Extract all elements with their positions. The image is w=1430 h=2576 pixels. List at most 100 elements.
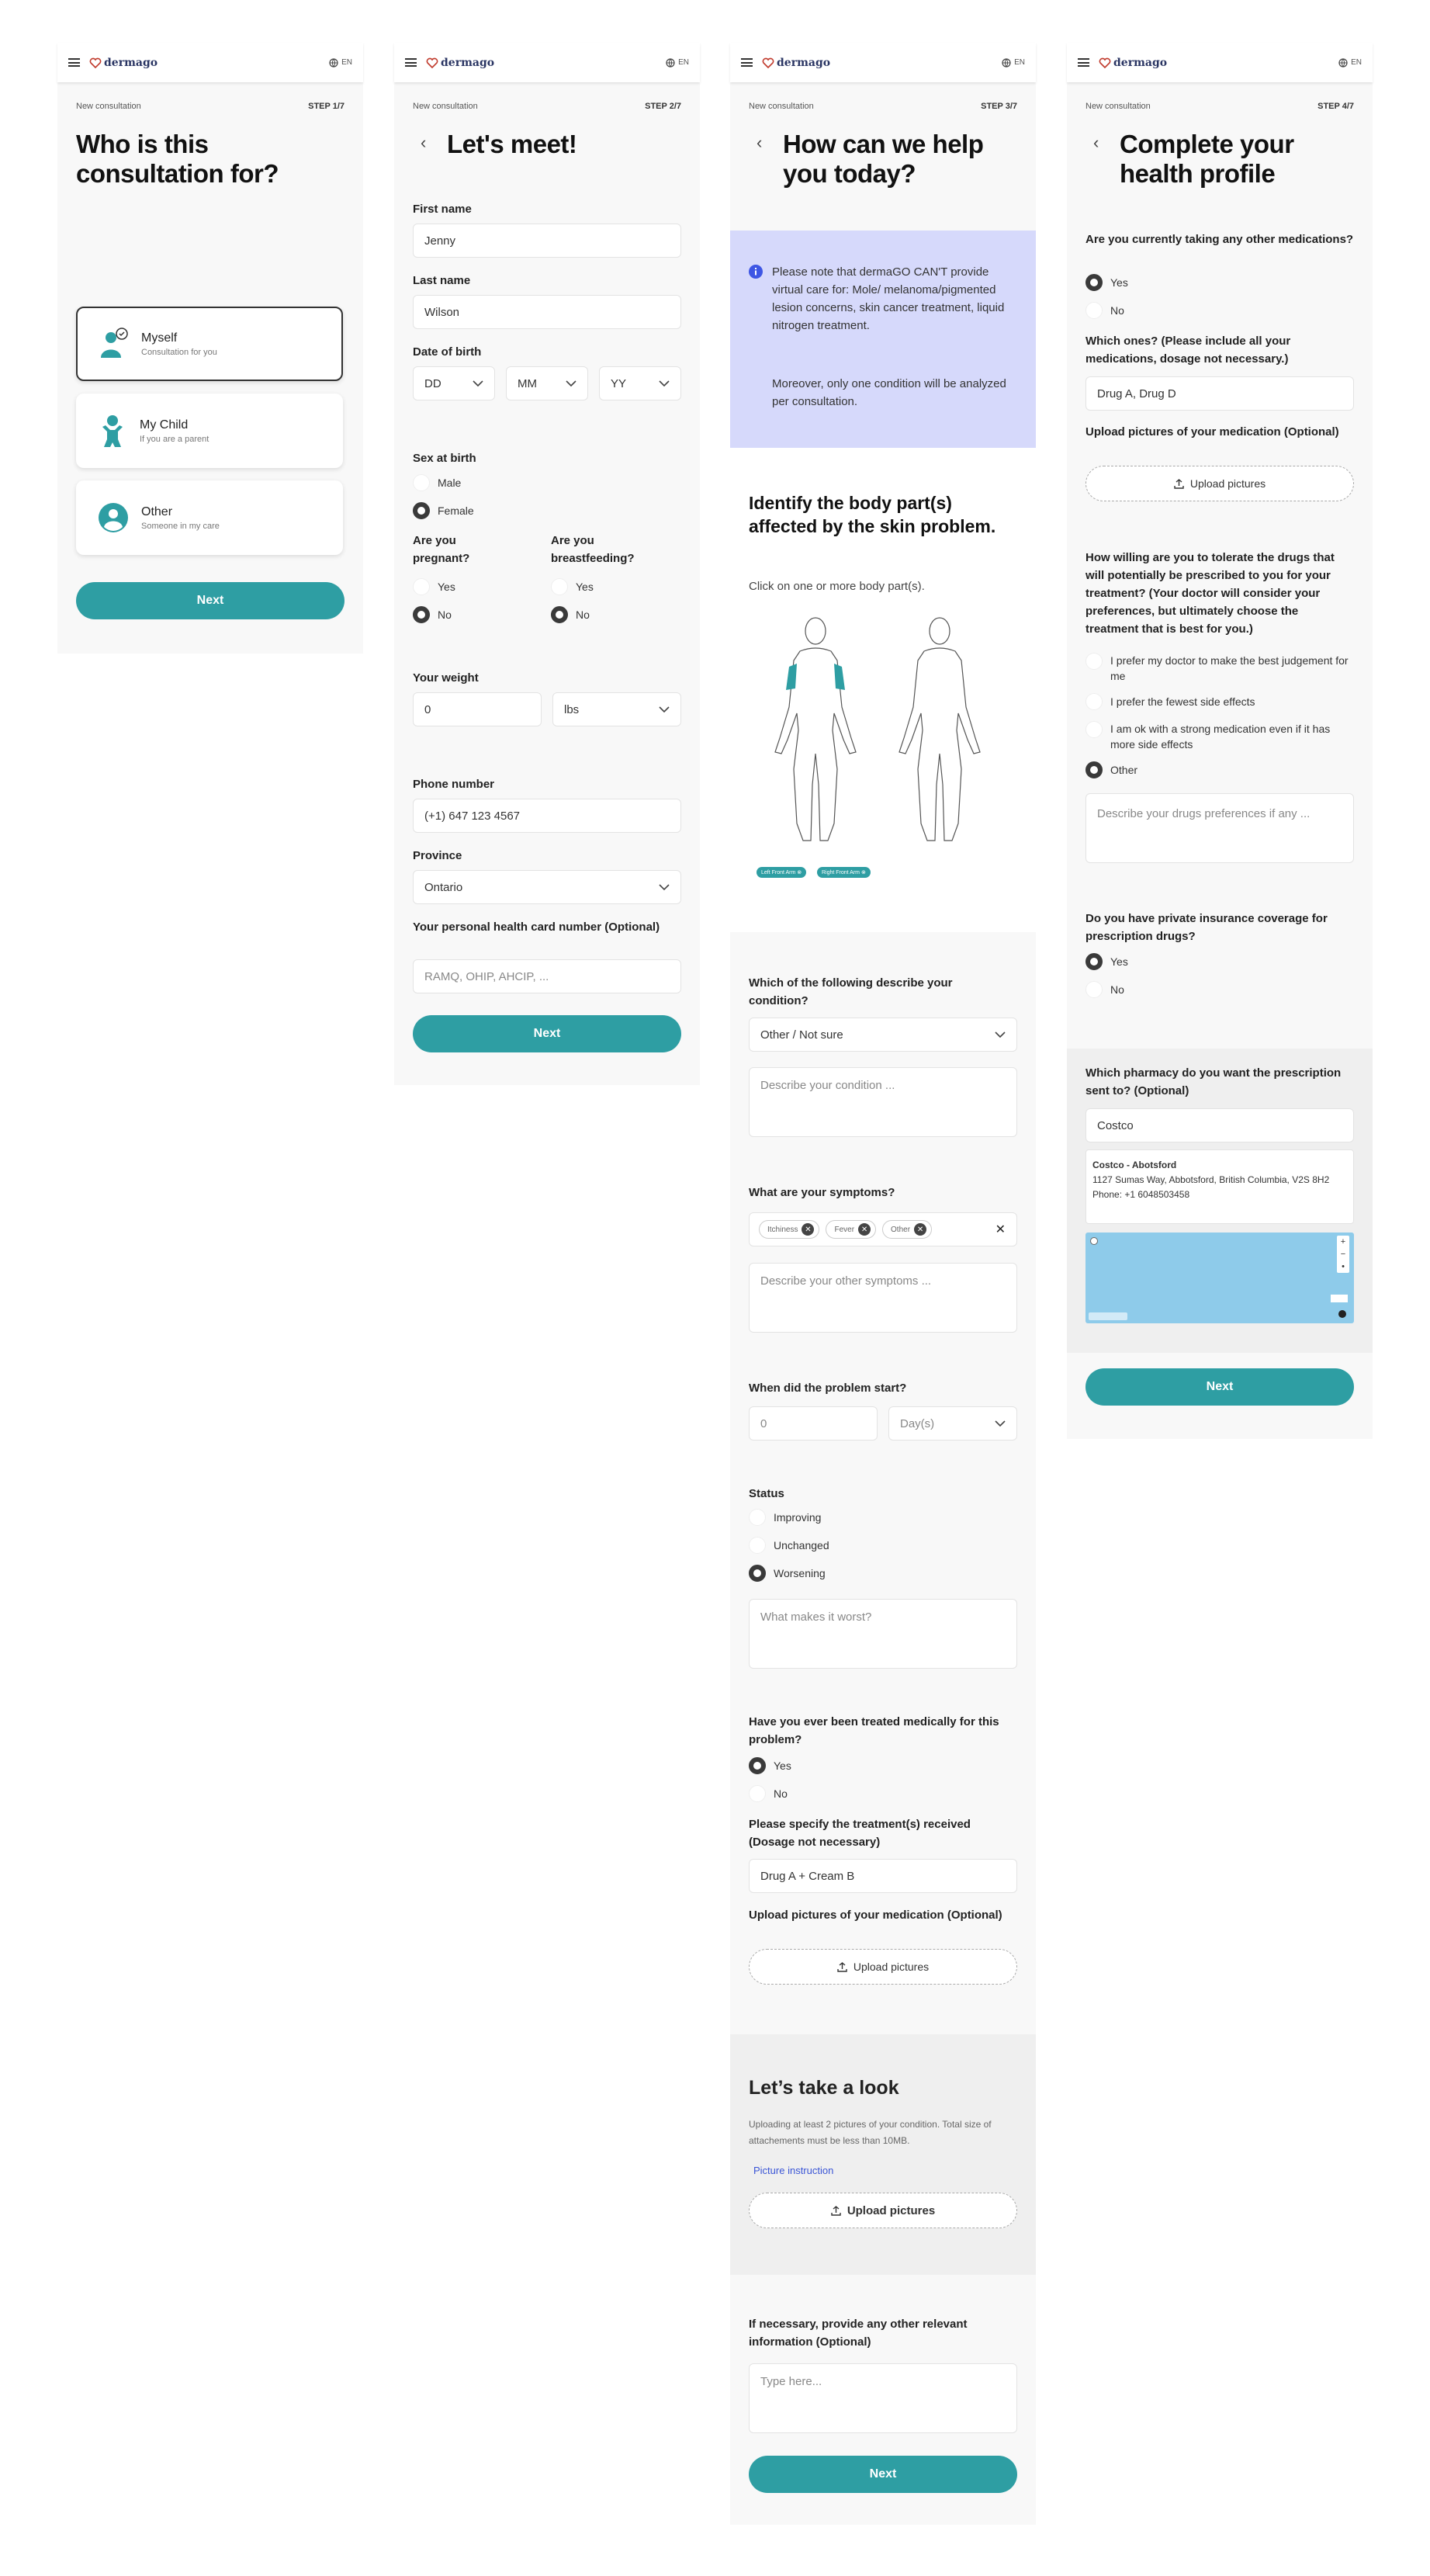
pharmacy-map[interactable]: + − • bbox=[1085, 1233, 1354, 1323]
next-button[interactable]: Next bbox=[749, 2456, 1017, 2493]
take-a-look-section bbox=[730, 2034, 1036, 2275]
tag-left-front-arm[interactable]: Left Front Arm ⊗ bbox=[757, 867, 807, 878]
globe-icon bbox=[1002, 57, 1011, 68]
radio-doctor-judgement[interactable]: I prefer my doctor to make the best judg… bbox=[1085, 653, 1349, 684]
radio-tolerate-other[interactable]: Other bbox=[1085, 761, 1137, 778]
page-title: How can we help you today? bbox=[783, 130, 984, 188]
picture-instruction-link[interactable]: Picture instruction bbox=[753, 2165, 833, 2176]
pharmacy-result[interactable]: Costco - Abotsford 1127 Sumas Way, Abbot… bbox=[1085, 1149, 1354, 1224]
weight-unit-select[interactable]: lbs bbox=[552, 692, 681, 726]
start-value-field[interactable]: 0 bbox=[749, 1406, 878, 1441]
radio-insurance-no[interactable]: No bbox=[1085, 981, 1124, 998]
upload-medication-button[interactable]: Upload pictures bbox=[1085, 466, 1354, 501]
language-selector[interactable]: EN bbox=[1002, 57, 1025, 68]
chevron-down-icon bbox=[566, 380, 577, 387]
radio-strong-medication[interactable]: I am ok with a strong medication even if… bbox=[1085, 721, 1349, 752]
menu-icon[interactable] bbox=[68, 58, 80, 67]
option-other[interactable]: Other Someone in my care bbox=[76, 480, 343, 555]
menu-icon[interactable] bbox=[1078, 58, 1089, 67]
radio-male[interactable]: Male bbox=[413, 474, 461, 491]
upload-condition-button[interactable]: Upload pictures bbox=[749, 2193, 1017, 2228]
option-my-child[interactable]: My Child If you are a parent bbox=[76, 394, 343, 468]
breadcrumb: New consultation STEP 3/7 bbox=[749, 102, 1017, 111]
screen-step-4: dermago EN New consultation STEP 4/7 ‹ Co… bbox=[1067, 43, 1373, 1439]
step-indicator: STEP 2/7 bbox=[645, 102, 681, 111]
step-indicator: STEP 1/7 bbox=[308, 102, 345, 111]
language-selector[interactable]: EN bbox=[666, 57, 689, 68]
compass-icon[interactable] bbox=[1090, 1237, 1098, 1245]
radio-pregnant-no[interactable]: No bbox=[413, 606, 452, 623]
radio-insurance-yes[interactable]: Yes bbox=[1085, 953, 1128, 970]
radio-unchanged[interactable]: Unchanged bbox=[749, 1537, 829, 1554]
radio-meds-no[interactable]: No bbox=[1085, 302, 1124, 319]
clear-all-icon[interactable]: ✕ bbox=[995, 1222, 1006, 1237]
menu-icon[interactable] bbox=[741, 58, 753, 67]
dob-month-select[interactable]: MM bbox=[506, 366, 588, 400]
worst-textarea[interactable]: What makes it worst? bbox=[749, 1599, 1017, 1669]
start-unit-select[interactable]: Day(s) bbox=[888, 1406, 1017, 1441]
menu-icon[interactable] bbox=[405, 58, 417, 67]
upload-medication-button[interactable]: Upload pictures bbox=[749, 1949, 1017, 1985]
logo[interactable]: dermago bbox=[426, 57, 494, 69]
logo[interactable]: dermago bbox=[1099, 57, 1167, 69]
breadcrumb: New consultation STEP 2/7 bbox=[413, 102, 681, 111]
dob-year-select[interactable]: YY bbox=[599, 366, 681, 400]
radio-female[interactable]: Female bbox=[413, 502, 474, 519]
last-name-field[interactable]: Wilson bbox=[413, 295, 681, 329]
chip-itchiness[interactable]: Itchiness ✕ bbox=[759, 1220, 820, 1239]
logo[interactable]: dermago bbox=[89, 57, 158, 69]
symptoms-multiselect[interactable]: Itchiness ✕ Fever ✕ Other ✕ ✕ bbox=[749, 1212, 1017, 1246]
dob-day-select[interactable]: DD bbox=[413, 366, 495, 400]
chip-other[interactable]: Other ✕ bbox=[882, 1220, 933, 1239]
symptoms-textarea[interactable]: Describe your other symptoms ... bbox=[749, 1263, 1017, 1333]
treatment-field[interactable]: Drug A + Cream B bbox=[749, 1859, 1017, 1893]
language-selector[interactable]: EN bbox=[329, 57, 352, 68]
option-myself[interactable]: Myself Consultation for you bbox=[76, 307, 343, 381]
radio-treated-no[interactable]: No bbox=[749, 1785, 788, 1802]
body-map[interactable] bbox=[753, 614, 1009, 855]
tag-right-front-arm[interactable]: Right Front Arm ⊗ bbox=[817, 867, 871, 878]
radio-breastfeeding-no[interactable]: No bbox=[551, 606, 590, 623]
back-chevron-icon[interactable]: ‹ bbox=[1093, 133, 1099, 153]
globe-icon bbox=[666, 57, 675, 68]
radio-improving[interactable]: Improving bbox=[749, 1509, 821, 1526]
logo[interactable]: dermago bbox=[762, 57, 830, 69]
person-circle-icon bbox=[99, 503, 128, 532]
next-button[interactable]: Next bbox=[413, 1015, 681, 1052]
next-button[interactable]: Next bbox=[76, 582, 345, 619]
which-meds-field[interactable]: Drug A, Drug D bbox=[1085, 376, 1354, 411]
page-title: Complete your health profile bbox=[1120, 130, 1294, 188]
breadcrumb: New consultation STEP 4/7 bbox=[1085, 102, 1354, 111]
radio-treated-yes[interactable]: Yes bbox=[749, 1757, 791, 1774]
condition-textarea[interactable]: Describe your condition ... bbox=[749, 1067, 1017, 1137]
chevron-down-icon bbox=[659, 706, 670, 712]
radio-meds-yes[interactable]: Yes bbox=[1085, 274, 1128, 291]
radio-breastfeeding-yes[interactable]: Yes bbox=[551, 578, 594, 595]
chip-fever[interactable]: Fever ✕ bbox=[826, 1220, 877, 1239]
pharmacy-search-field[interactable]: Costco bbox=[1085, 1108, 1354, 1142]
next-button[interactable]: Next bbox=[1085, 1368, 1354, 1406]
first-name-label: First name bbox=[413, 203, 472, 216]
back-chevron-icon[interactable]: ‹ bbox=[757, 133, 762, 153]
remove-icon[interactable]: ✕ bbox=[914, 1223, 927, 1236]
phone-field[interactable]: (+1) 647 123 4567 bbox=[413, 799, 681, 833]
locate-icon[interactable] bbox=[1338, 1310, 1346, 1318]
remove-icon[interactable]: ✕ bbox=[802, 1223, 815, 1236]
radio-pregnant-yes[interactable]: Yes bbox=[413, 578, 455, 595]
map-scale bbox=[1331, 1295, 1348, 1302]
treatment-label: Please specify the treatment(s) received… bbox=[749, 1818, 971, 1849]
language-selector[interactable]: EN bbox=[1338, 57, 1362, 68]
condition-select[interactable]: Other / Not sure bbox=[749, 1018, 1017, 1052]
first-name-field[interactable]: Jenny bbox=[413, 224, 681, 258]
radio-fewest-side-effects[interactable]: I prefer the fewest side effects bbox=[1085, 693, 1255, 710]
remove-icon[interactable]: ✕ bbox=[858, 1223, 871, 1236]
preferences-textarea[interactable]: Describe your drugs preferences if any .… bbox=[1085, 793, 1354, 863]
chevron-down-icon bbox=[659, 883, 670, 890]
radio-worsening[interactable]: Worsening bbox=[749, 1565, 826, 1582]
other-info-textarea[interactable]: Type here... bbox=[749, 2363, 1017, 2433]
health-card-field[interactable]: RAMQ, OHIP, AHCIP, ... bbox=[413, 959, 681, 993]
province-select[interactable]: Ontario bbox=[413, 870, 681, 904]
weight-field[interactable]: 0 bbox=[413, 692, 542, 726]
back-chevron-icon[interactable]: ‹ bbox=[421, 133, 426, 153]
zoom-controls[interactable]: + − • bbox=[1337, 1236, 1349, 1273]
